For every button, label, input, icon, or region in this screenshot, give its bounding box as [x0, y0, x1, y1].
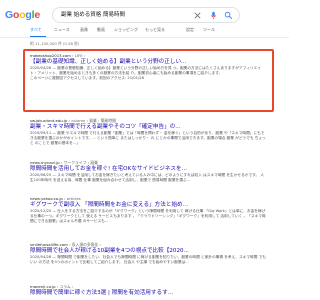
search-icon[interactable] — [224, 11, 233, 20]
tab-all[interactable]: すべて — [30, 27, 42, 33]
tab-images[interactable]: 画像 — [80, 27, 88, 33]
search-result-4: news.yahoo.co.jp › articles ギグワークで副収入 「隙… — [30, 196, 266, 225]
tab-more[interactable]: もっと見る — [145, 27, 165, 33]
search-result-6: manenji.co.jp › コラム › 隙間時間で簡単に稼ぐ方法3選 | 隙… — [30, 284, 266, 297]
result-snippet: 2020/04/28 — 隙間時間 で副業をしたい、社会人でも隙間時間 に稼げる… — [30, 255, 266, 265]
search-result-3: news.mynavi.jp › ワークライフ › 副業 隙間時間を活用してお金… — [30, 160, 266, 183]
highlight-annotation-box — [23, 49, 274, 112]
result-snippet: 2020/12/20 — 仕入をする方法をご紹介するのが「ギグワーク」という隙間… — [30, 209, 266, 224]
tab-shopping[interactable]: ショッピング — [114, 27, 138, 33]
result-snippet: 2019/09/11 — 副業 やスキマ時間 で行える副業「副業」では「時間を問… — [30, 131, 266, 146]
result-title[interactable]: 隙間時間で簡単に稼ぐ方法3選 | 隙間を有効活用するす... — [30, 289, 266, 297]
tab-settings[interactable]: 設定 — [186, 27, 194, 33]
google-logo[interactable]: Google — [5, 9, 40, 21]
result-title[interactable]: 副業・スキマ時間で行える副業やそのコツ「確定申告」の... — [30, 123, 266, 131]
search-result-2: sw.job-orient.edu.jp › column › 副業 › 簡易時… — [30, 118, 266, 147]
tab-videos[interactable]: 動画 — [97, 27, 105, 33]
result-stats: 約 11,100,000 件 (0.38 秒) — [30, 41, 80, 46]
result-snippet: 2020/06/25 — スキマ時間 を活用してお金を稼ぎたいと考えている人の中… — [30, 173, 265, 183]
result-title[interactable]: ギグワークで副収入 「隙間時間をお金に変える」方法と始め... — [30, 201, 266, 209]
tab-tools[interactable]: ツール — [203, 27, 215, 33]
search-box[interactable]: 副業 始める資格 簡易時間 — [52, 7, 240, 23]
header-divider — [0, 37, 289, 38]
result-title[interactable]: 隙間時間で社会人が稼げる10副業を4つの視点で比較【2020... — [30, 247, 266, 255]
result-title[interactable]: 隙間時間を活用してお金を稼ぐ! 在宅OKなサイドビジネスを... — [30, 165, 266, 173]
microphone-icon[interactable] — [209, 11, 218, 20]
search-result-5: smilefunsaillife.com › 収入源の多角化 › 隙間時間で社会… — [30, 242, 266, 265]
tab-news[interactable]: ニュース — [54, 27, 70, 33]
search-input[interactable]: 副業 始める資格 簡易時間 — [61, 10, 125, 20]
clear-icon[interactable] — [193, 11, 202, 20]
